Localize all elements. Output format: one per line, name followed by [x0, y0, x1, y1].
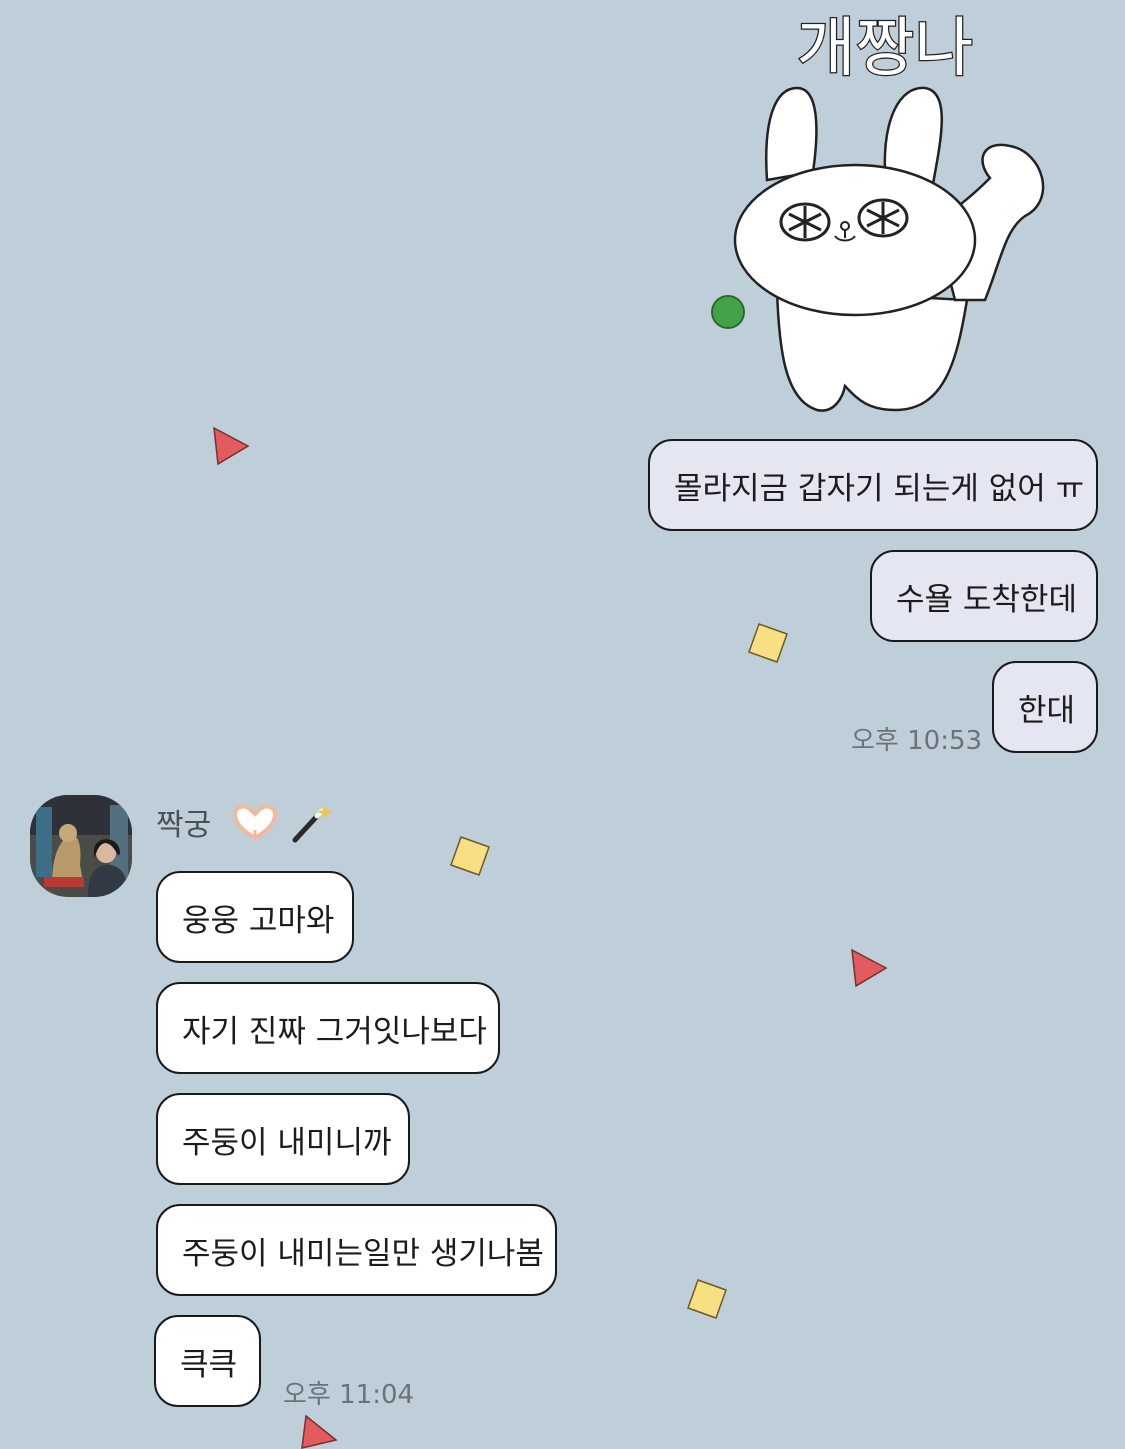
message-bubble-incoming[interactable]: 웅웅 고마와 [156, 871, 354, 963]
message-text: 자기 진짜 그거잇나보다 [182, 1013, 487, 1050]
message-bubble-outgoing[interactable]: 수욜 도착한데 [870, 550, 1098, 642]
message-text: 큭큭 [180, 1346, 238, 1383]
message-text: 주둥이 내미는일만 생기나봄 [182, 1235, 544, 1272]
confetti-square [450, 836, 490, 876]
message-text: 수욜 도착한데 [896, 581, 1077, 618]
confetti-triangle [301, 1414, 338, 1449]
avatar[interactable] [30, 795, 132, 897]
chat-room[interactable]: 개짱나 몰라지금 갑자기 되는게 없어 ㅠ 수욜 도착한데 한대 오후 10:5… [0, 0, 1125, 1449]
message-timestamp: 오후 10:53 [851, 726, 983, 756]
confetti-triangle [213, 426, 250, 466]
message-bubble-incoming[interactable]: 큭큭 [154, 1315, 261, 1407]
magic-wand-icon [292, 804, 334, 843]
avatar-photo [30, 795, 132, 897]
message-text: 한대 [1018, 692, 1076, 729]
message-timestamp: 오후 11:04 [283, 1380, 415, 1410]
message-text: 몰라지금 갑자기 되는게 없어 ㅠ [674, 470, 1085, 507]
message-bubble-outgoing[interactable]: 한대 [992, 661, 1098, 753]
sender-header: 짝궁 🫶🏻🪄 [156, 800, 334, 844]
message-text: 주둥이 내미니까 [182, 1124, 392, 1161]
confetti-square [687, 1279, 727, 1319]
message-bubble-incoming[interactable]: 주둥이 내미는일만 생기나봄 [156, 1204, 557, 1296]
confetti-triangle [851, 948, 888, 988]
sender-name: 짝궁 [156, 808, 212, 843]
message-bubble-outgoing[interactable]: 몰라지금 갑자기 되는게 없어 ㅠ [648, 439, 1098, 531]
heart-hands-icon [233, 804, 278, 841]
message-bubble-incoming[interactable]: 자기 진짜 그거잇나보다 [156, 982, 500, 1074]
message-text: 웅웅 고마와 [182, 902, 335, 939]
rabbit-sticker[interactable]: 개짱나 [705, 0, 1065, 420]
message-bubble-incoming[interactable]: 주둥이 내미니까 [156, 1093, 410, 1185]
confetti-square [748, 623, 788, 663]
sticker-text: 개짱나 [797, 12, 974, 86]
